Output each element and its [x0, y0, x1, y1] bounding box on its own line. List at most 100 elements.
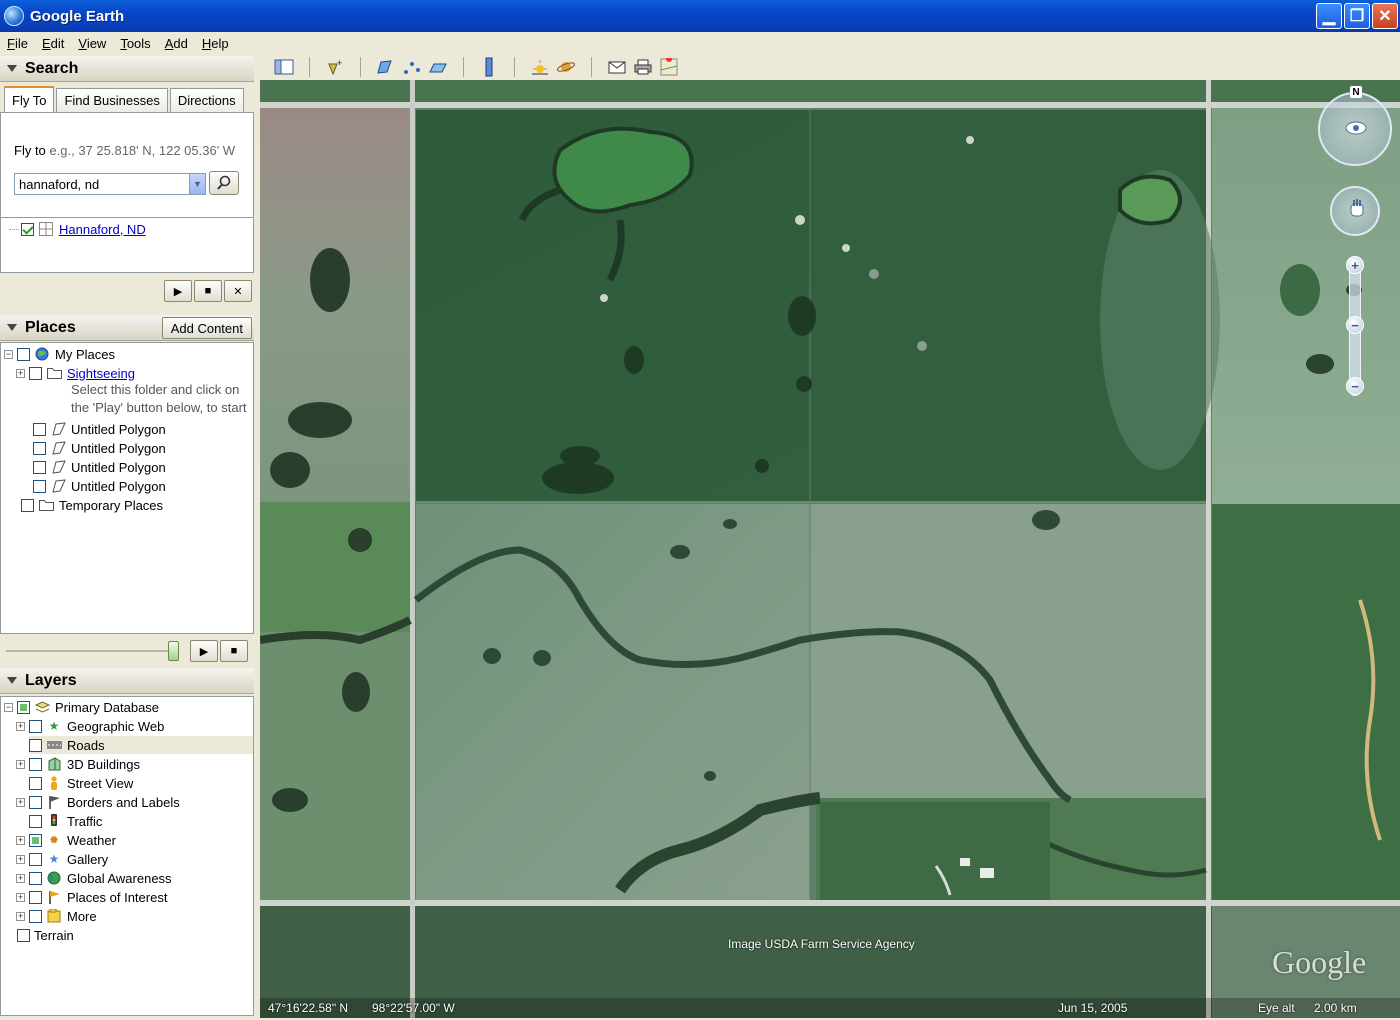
search-input[interactable]: hannaford, nd ▼	[14, 173, 206, 195]
result-checkbox[interactable]	[21, 222, 34, 236]
layer-item-global-awareness[interactable]: + Global Awareness	[16, 869, 172, 887]
minimize-button[interactable]: ▁	[1316, 3, 1342, 29]
expand-toggle[interactable]: +	[16, 835, 25, 845]
toolbar: +	[258, 54, 1400, 80]
layer-item-weather[interactable]: + ✹ Weather	[16, 831, 116, 849]
eye-icon	[1345, 121, 1367, 135]
email-button[interactable]	[605, 56, 629, 78]
checkbox[interactable]	[29, 833, 42, 847]
result-item[interactable]: Hannaford, ND	[9, 220, 146, 238]
checkbox[interactable]	[29, 366, 42, 380]
expand-toggle[interactable]: +	[16, 368, 25, 378]
tree-label[interactable]: Sightseeing	[67, 366, 135, 381]
expand-toggle[interactable]: +	[16, 759, 25, 769]
satellite-imagery[interactable]	[260, 80, 1400, 1018]
collapse-toggle[interactable]: −	[4, 702, 13, 712]
play-tour-button[interactable]: ▶	[164, 280, 192, 302]
ruler-button[interactable]	[477, 56, 501, 78]
add-path-button[interactable]	[400, 56, 424, 78]
tree-item-polygon[interactable]: Untitled Polygon	[33, 477, 166, 495]
view-in-maps-button[interactable]	[657, 56, 681, 78]
tab-find-businesses[interactable]: Find Businesses	[56, 88, 168, 112]
menu-view[interactable]: View	[71, 36, 113, 51]
layer-item-geographic-web[interactable]: + ★ Geographic Web	[16, 717, 164, 735]
checkbox[interactable]	[17, 700, 30, 714]
checkbox[interactable]	[33, 460, 46, 474]
result-link[interactable]: Hannaford, ND	[59, 222, 146, 237]
layers-header[interactable]: Layers	[0, 668, 254, 694]
close-button[interactable]: ✕	[1372, 3, 1398, 29]
menu-file[interactable]: File	[0, 36, 35, 51]
stop-button[interactable]: ■	[194, 280, 222, 302]
tree-item-polygon[interactable]: Untitled Polygon	[33, 420, 166, 438]
expand-toggle[interactable]: +	[16, 911, 25, 921]
layer-item-3d-buildings[interactable]: + 3D Buildings	[16, 755, 140, 773]
layer-item-borders-labels[interactable]: + Borders and Labels	[16, 793, 180, 811]
menu-help[interactable]: Help	[195, 36, 236, 51]
menu-tools[interactable]: Tools	[113, 36, 157, 51]
checkbox[interactable]	[21, 498, 34, 512]
checkbox[interactable]	[29, 776, 42, 790]
layer-item-terrain[interactable]: Terrain	[17, 926, 74, 944]
layer-item-gallery[interactable]: + ★ Gallery	[16, 850, 108, 868]
checkbox[interactable]	[29, 757, 42, 771]
checkbox[interactable]	[33, 441, 46, 455]
layer-item-places-of-interest[interactable]: + Places of Interest	[16, 888, 167, 906]
tree-item-polygon[interactable]: Untitled Polygon	[33, 439, 166, 457]
tree-item-sightseeing[interactable]: + Sightseeing	[16, 364, 135, 382]
checkbox[interactable]	[17, 347, 30, 361]
checkbox[interactable]	[29, 814, 42, 828]
tree-item-temporary-places[interactable]: Temporary Places	[21, 496, 163, 514]
layer-item-more[interactable]: + More	[16, 907, 97, 925]
checkbox[interactable]	[29, 719, 42, 733]
toggle-sidebar-button[interactable]	[272, 56, 296, 78]
search-header[interactable]: Search	[0, 56, 254, 82]
expand-toggle[interactable]: +	[16, 721, 25, 731]
sunlight-button[interactable]	[528, 56, 552, 78]
stop-button[interactable]: ■	[220, 640, 248, 662]
expand-toggle[interactable]: +	[16, 854, 25, 864]
layer-item-traffic[interactable]: Traffic	[29, 812, 102, 830]
add-polygon-button[interactable]	[374, 56, 398, 78]
menu-add[interactable]: Add	[158, 36, 195, 51]
checkbox[interactable]	[29, 795, 42, 809]
search-button[interactable]	[209, 171, 239, 195]
expand-toggle[interactable]: +	[16, 873, 25, 883]
places-header[interactable]: Places Add Content	[0, 315, 254, 341]
checkbox[interactable]	[29, 738, 42, 752]
checkbox[interactable]	[29, 852, 42, 866]
add-content-button[interactable]: Add Content	[161, 317, 252, 339]
map-view[interactable]	[260, 80, 1400, 1018]
checkbox[interactable]	[29, 890, 42, 904]
menu-edit[interactable]: Edit	[35, 36, 71, 51]
checkbox[interactable]	[33, 479, 46, 493]
tree-label: Terrain	[34, 927, 74, 943]
zoom-slider-thumb[interactable]: −	[1346, 316, 1364, 334]
layer-item-roads[interactable]: Roads	[29, 736, 253, 754]
tour-speed-slider[interactable]	[168, 641, 179, 661]
layer-item-primary-database[interactable]: − Primary Database	[4, 698, 159, 716]
dropdown-arrow-icon[interactable]: ▼	[189, 174, 205, 194]
tree-item-polygon[interactable]: Untitled Polygon	[33, 458, 166, 476]
add-image-overlay-button[interactable]	[426, 56, 450, 78]
zoom-out-button[interactable]: −	[1346, 377, 1364, 395]
layer-item-street-view[interactable]: Street View	[29, 774, 133, 792]
clear-results-button[interactable]: ✕	[224, 280, 252, 302]
collapse-toggle[interactable]: −	[4, 349, 13, 359]
expand-toggle[interactable]: +	[16, 797, 25, 807]
checkbox[interactable]	[29, 909, 42, 923]
sky-button[interactable]	[554, 56, 578, 78]
add-placemark-button[interactable]: +	[323, 56, 347, 78]
tab-directions[interactable]: Directions	[169, 88, 244, 112]
print-button[interactable]	[631, 56, 655, 78]
checkbox[interactable]	[29, 871, 42, 885]
expand-toggle[interactable]: +	[16, 892, 25, 902]
maximize-button[interactable]: ❐	[1344, 3, 1370, 29]
zoom-in-button[interactable]: +	[1346, 256, 1364, 274]
tree-item-my-places[interactable]: − My Places	[4, 345, 115, 363]
checkbox[interactable]	[17, 928, 30, 942]
compass-north-marker[interactable]: N	[1350, 86, 1362, 98]
play-tour-button[interactable]: ▶	[190, 640, 218, 662]
checkbox[interactable]	[33, 422, 46, 436]
tab-fly-to[interactable]: Fly To	[4, 86, 55, 112]
